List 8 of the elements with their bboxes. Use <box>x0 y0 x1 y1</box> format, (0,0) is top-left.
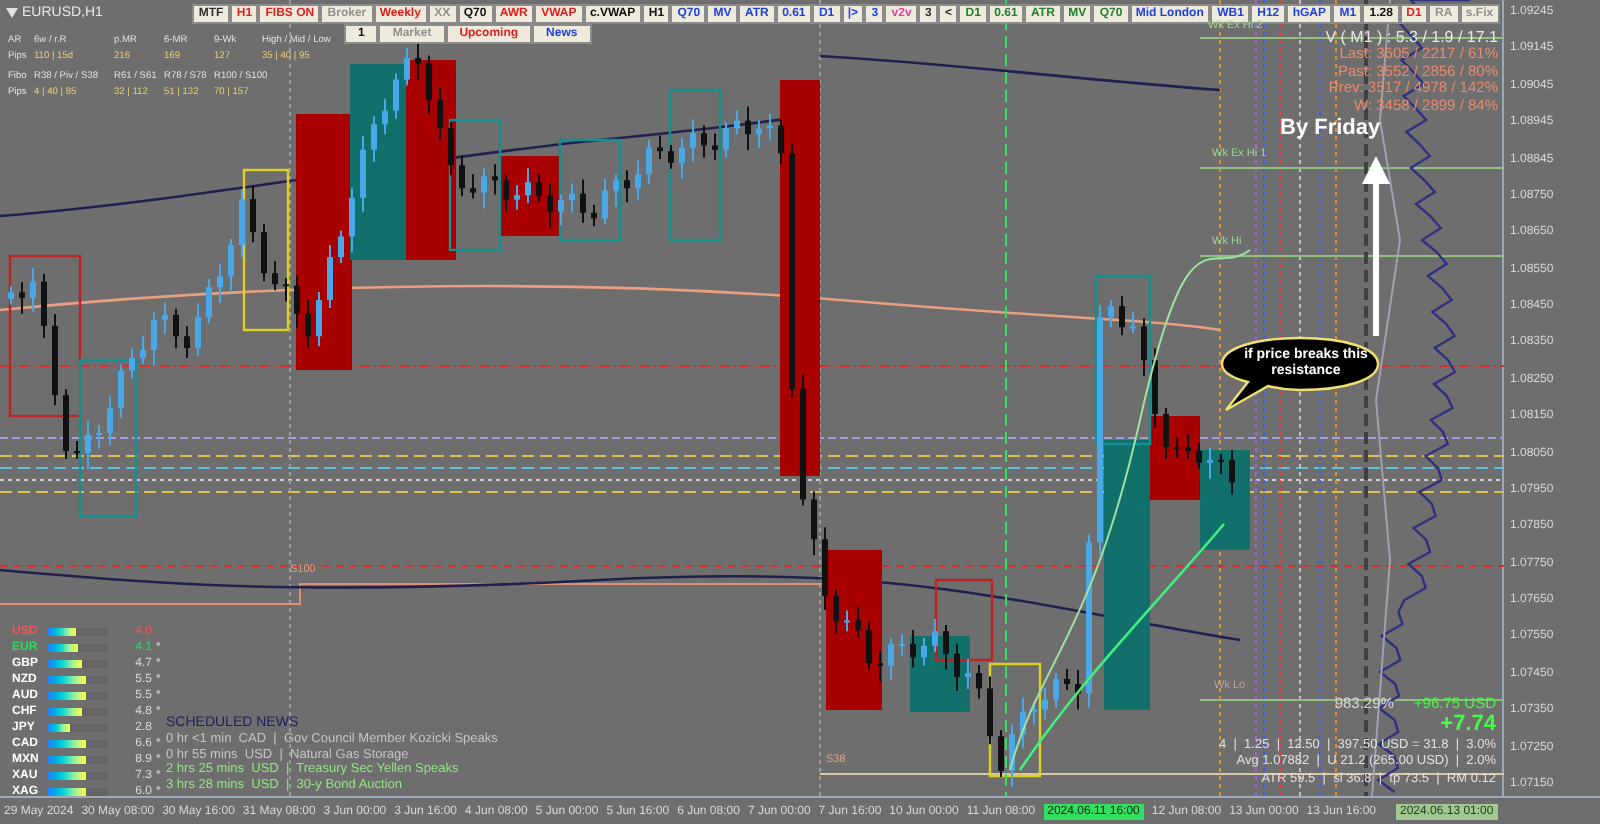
profit-points: +7.74 <box>1440 711 1496 737</box>
range-box <box>988 662 1042 778</box>
range-box <box>448 118 502 252</box>
arrow-label: By Friday <box>1280 114 1381 144</box>
range-box <box>558 138 622 242</box>
session-box <box>1200 450 1250 550</box>
dropdown-triangle-icon[interactable] <box>6 8 18 18</box>
range-box <box>934 578 994 662</box>
